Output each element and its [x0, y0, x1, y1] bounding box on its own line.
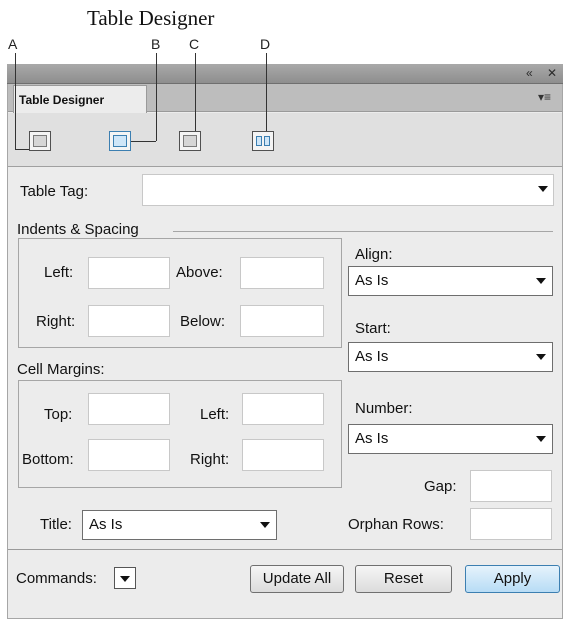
table-tag-dropdown-icon[interactable]: [538, 186, 548, 192]
tab-table-designer[interactable]: Table Designer: [13, 85, 147, 113]
above-label: Above:: [176, 264, 223, 281]
callout-c-line: [195, 53, 196, 131]
title-select[interactable]: As Is: [82, 510, 277, 540]
cm-left-input[interactable]: [242, 393, 324, 425]
table-tag-combobox[interactable]: [142, 174, 554, 206]
double-left-arrow-icon[interactable]: «: [526, 66, 533, 80]
callout-b-line: [156, 53, 157, 141]
callout-b-line-h: [131, 141, 156, 142]
callout-b: B: [151, 36, 161, 52]
top-input[interactable]: [88, 393, 170, 425]
callout-a: A: [8, 36, 18, 52]
number-value: As Is: [355, 430, 389, 447]
update-all-button[interactable]: Update All: [250, 565, 344, 593]
chevron-down-icon: [536, 436, 546, 442]
top-label: Top:: [44, 406, 73, 423]
cm-right-input[interactable]: [242, 439, 324, 471]
chevron-down-icon: [536, 278, 546, 284]
indents-separator: [173, 231, 553, 232]
callout-a-line: [15, 53, 16, 149]
callout-a-line-h: [15, 149, 29, 150]
row-format-icon[interactable]: [252, 131, 274, 151]
orphan-rows-label: Orphan Rows:: [348, 516, 444, 533]
below-input[interactable]: [240, 305, 324, 337]
title-label: Title:: [40, 516, 72, 533]
start-label: Start:: [355, 320, 391, 337]
callout-c: C: [189, 36, 200, 52]
cm-right-label: Right:: [190, 451, 230, 468]
footer-separator: [8, 549, 562, 550]
cm-left-label: Left:: [200, 406, 230, 423]
orphan-rows-input[interactable]: [470, 508, 552, 540]
figure-title: Table Designer: [87, 6, 215, 30]
start-select[interactable]: As Is: [348, 342, 553, 372]
number-select[interactable]: As Is: [348, 424, 553, 454]
align-label: Align:: [355, 246, 393, 263]
apply-button[interactable]: Apply: [465, 565, 560, 593]
align-value: As Is: [355, 272, 389, 289]
gap-label: Gap:: [424, 478, 457, 495]
bottom-label: Bottom:: [22, 451, 74, 468]
left-input[interactable]: [88, 257, 170, 289]
basic-properties-icon[interactable]: [29, 131, 51, 151]
ruling-properties-icon[interactable]: [109, 131, 131, 151]
title-value: As Is: [89, 516, 123, 533]
below-label: Below:: [180, 313, 226, 330]
shading-properties-icon[interactable]: [179, 131, 201, 151]
callout-d: D: [260, 36, 271, 52]
bottom-input[interactable]: [88, 439, 170, 471]
callout-d-line: [266, 53, 267, 131]
panel-menu-icon[interactable]: ▾≡: [538, 90, 551, 104]
table-tag-label: Table Tag:: [20, 183, 89, 200]
commands-label: Commands:: [16, 570, 97, 587]
number-label: Number:: [355, 400, 413, 417]
panel-title-bar: [7, 64, 563, 84]
left-label: Left:: [44, 264, 74, 281]
align-select[interactable]: As Is: [348, 266, 553, 296]
reset-button[interactable]: Reset: [355, 565, 452, 593]
chevron-down-icon: [536, 354, 546, 360]
cell-margins-heading: Cell Margins:: [17, 361, 105, 378]
chevron-down-icon: [260, 522, 270, 528]
properties-toolbar: [8, 113, 562, 167]
above-input[interactable]: [240, 257, 324, 289]
gap-input[interactable]: [470, 470, 552, 502]
indents-spacing-heading: Indents & Spacing: [17, 221, 139, 238]
start-value: As Is: [355, 348, 389, 365]
right-input[interactable]: [88, 305, 170, 337]
chevron-down-icon: [120, 576, 130, 582]
close-icon[interactable]: ✕: [547, 66, 557, 80]
commands-dropdown[interactable]: [114, 567, 136, 589]
right-label: Right:: [36, 313, 76, 330]
